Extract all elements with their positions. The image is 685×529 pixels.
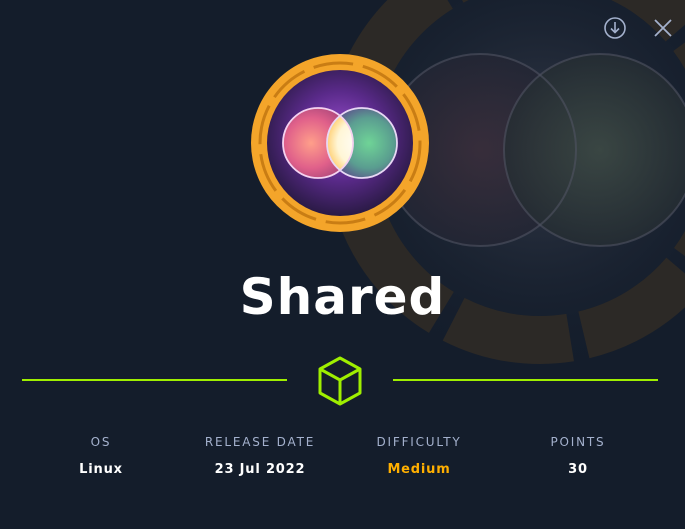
stat-label: POINTS: [550, 435, 606, 449]
download-icon[interactable]: [603, 16, 627, 40]
stat-difficulty: DIFFICULTY Medium: [339, 434, 499, 479]
close-icon[interactable]: [652, 17, 674, 39]
stat-points: POINTS 30: [498, 434, 658, 479]
stat-label: RELEASE DATE: [204, 435, 316, 449]
stat-label: DIFFICULTY: [376, 435, 462, 449]
stat-value: Linux: [79, 462, 123, 477]
cube-icon: [318, 356, 362, 406]
divider-line-left: [22, 379, 287, 381]
divider-line-right: [393, 379, 658, 381]
stat-value: 30: [568, 462, 588, 477]
stat-value: 23 Jul 2022: [214, 462, 306, 477]
machine-name: Shared: [239, 268, 446, 326]
stat-label: OS: [90, 435, 112, 449]
stat-value: Medium: [387, 462, 451, 477]
machine-avatar: [251, 54, 429, 232]
stat-release-date: RELEASE DATE 23 Jul 2022: [180, 434, 340, 479]
stat-os: OS Linux: [21, 434, 181, 479]
